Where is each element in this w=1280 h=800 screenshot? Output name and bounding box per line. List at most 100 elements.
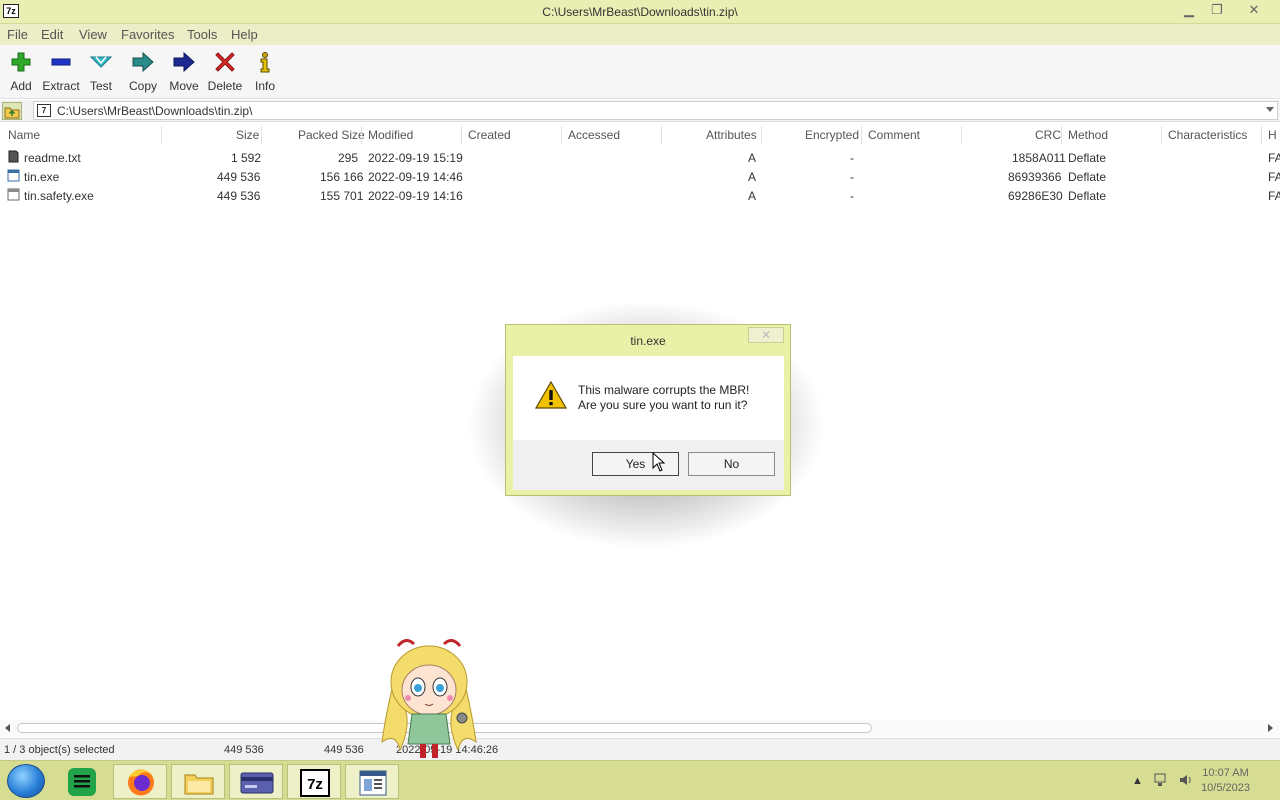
horizontal-scrollbar[interactable]: [0, 720, 1280, 737]
file-host-os: FA: [1268, 151, 1280, 165]
file-name: readme.txt: [24, 151, 81, 165]
add-label: Add: [10, 79, 32, 93]
file-modified: 2022-09-19 14:46: [368, 170, 463, 184]
col-encrypted[interactable]: Encrypted: [805, 128, 859, 142]
test-button[interactable]: Test: [80, 49, 122, 95]
col-method[interactable]: Method: [1068, 128, 1108, 142]
col-accessed[interactable]: Accessed: [568, 128, 620, 142]
menu-edit[interactable]: Edit: [41, 27, 63, 42]
archive-icon: 7: [37, 104, 51, 117]
file-list-header: Name Size Packed Size Modified Created A…: [0, 124, 1280, 146]
info-label: Info: [254, 79, 275, 93]
system-clock[interactable]: 10:07 AM 10/5/2023: [1201, 766, 1250, 796]
status-selected: 1 / 3 object(s) selected: [4, 744, 115, 756]
delete-button[interactable]: Delete: [204, 49, 246, 95]
taskbar-notes-app[interactable]: [55, 764, 109, 799]
menu-tools[interactable]: Tools: [187, 27, 217, 42]
scroll-right-icon[interactable]: [1268, 724, 1273, 732]
document-icon: [359, 770, 387, 796]
dialog-body: This malware corrupts the MBR! Are you s…: [513, 356, 784, 490]
volume-icon[interactable]: [1178, 772, 1194, 791]
menu-help[interactable]: Help: [231, 27, 258, 42]
taskbar-card-app[interactable]: [229, 764, 283, 799]
folder-up-icon: [4, 107, 20, 119]
col-modified[interactable]: Modified: [368, 128, 413, 142]
dialog-close-button[interactable]: ✕: [748, 327, 784, 343]
close-button[interactable]: ✕: [1240, 1, 1268, 19]
info-icon: [260, 52, 270, 73]
extract-label: Extract: [42, 79, 80, 93]
file-packed-size: 155 701: [320, 189, 364, 203]
file-encrypted: -: [850, 151, 854, 165]
menu-view[interactable]: View: [79, 27, 107, 42]
col-comment[interactable]: Comment: [868, 128, 920, 142]
notes-app-icon: [68, 768, 96, 796]
status-bar: 1 / 3 object(s) selected 449 536 449 536…: [0, 738, 1280, 760]
scroll-left-icon[interactable]: [5, 724, 10, 732]
mouse-cursor-icon: [652, 452, 666, 472]
file-packed-size: 156 166: [320, 170, 364, 184]
file-crc: 69286E30: [1008, 189, 1063, 203]
file-row[interactable]: readme.txt 1 592 295 2022-09-19 15:19 A …: [0, 148, 1280, 167]
col-created[interactable]: Created: [468, 128, 511, 142]
delete-label: Delete: [207, 79, 243, 93]
add-button[interactable]: Add: [0, 49, 42, 95]
restore-button[interactable]: ❐: [1203, 1, 1231, 19]
file-size: 449 536: [217, 189, 261, 203]
no-button[interactable]: No: [688, 452, 775, 476]
warning-icon: [535, 381, 567, 409]
file-crc: 1858A011: [1012, 151, 1066, 165]
exe-file-icon: [7, 188, 20, 201]
start-button[interactable]: [7, 764, 45, 798]
col-size[interactable]: Size: [236, 128, 259, 142]
col-attributes[interactable]: Attributes: [706, 128, 757, 142]
address-field[interactable]: 7 C:\Users\MrBeast\Downloads\tin.zip\: [33, 101, 1278, 120]
col-characteristics[interactable]: Characteristics: [1168, 128, 1247, 142]
taskbar-document-app[interactable]: [345, 764, 399, 799]
chevron-down-icon[interactable]: [1266, 107, 1274, 112]
taskbar-firefox[interactable]: [113, 764, 167, 799]
menu-file[interactable]: File: [7, 27, 28, 42]
file-row[interactable]: tin.safety.exe 449 536 155 701 2022-09-1…: [0, 186, 1280, 205]
check-icon: [90, 56, 112, 68]
tray-expand-icon[interactable]: ▲: [1132, 775, 1143, 787]
minimize-button[interactable]: ▁: [1175, 1, 1203, 19]
status-size: 449 536: [224, 744, 264, 756]
cartoon-mascot-image: [381, 639, 477, 758]
file-method: Deflate: [1068, 151, 1107, 165]
info-button[interactable]: Info: [244, 49, 286, 95]
col-packed-size[interactable]: Packed Size: [298, 128, 365, 142]
copy-arrow-icon: [132, 51, 154, 73]
network-icon[interactable]: [1153, 772, 1169, 791]
move-button[interactable]: Move: [163, 49, 205, 95]
test-label: Test: [89, 79, 112, 93]
col-name[interactable]: Name: [8, 128, 40, 142]
taskbar-file-explorer[interactable]: [171, 764, 225, 799]
file-name: tin.exe: [24, 170, 60, 184]
taskbar-7zip[interactable]: 7z: [287, 764, 341, 799]
clock-date: 10/5/2023: [1201, 782, 1250, 794]
file-row[interactable]: tin.exe 449 536 156 166 2022-09-19 14:46…: [0, 167, 1280, 186]
move-arrow-icon: [173, 51, 195, 73]
file-attributes: A: [748, 151, 757, 165]
dialog-message-line1: This malware corrupts the MBR!: [578, 383, 750, 397]
menu-favorites[interactable]: Favorites: [121, 27, 174, 42]
exe-file-icon: [7, 169, 20, 182]
file-encrypted: -: [850, 170, 854, 184]
file-method: Deflate: [1068, 170, 1107, 184]
col-host-os[interactable]: H: [1268, 128, 1277, 142]
col-crc[interactable]: CRC: [1035, 128, 1061, 142]
file-attributes: A: [748, 189, 757, 203]
text-file-icon: [8, 150, 19, 163]
copy-button[interactable]: Copy: [122, 49, 164, 95]
window-title: C:\Users\MrBeast\Downloads\tin.zip\: [542, 5, 738, 19]
file-attributes: A: [748, 170, 757, 184]
file-size: 1 592: [231, 151, 262, 165]
clock-time: 10:07 AM: [1202, 767, 1249, 779]
up-folder-button[interactable]: [2, 102, 22, 120]
copy-label: Copy: [128, 79, 157, 93]
svg-text:7z: 7z: [307, 776, 323, 793]
extract-button[interactable]: Extract: [40, 49, 82, 95]
dialog-footer: Yes No: [513, 440, 784, 490]
file-host-os: FA: [1268, 170, 1280, 184]
